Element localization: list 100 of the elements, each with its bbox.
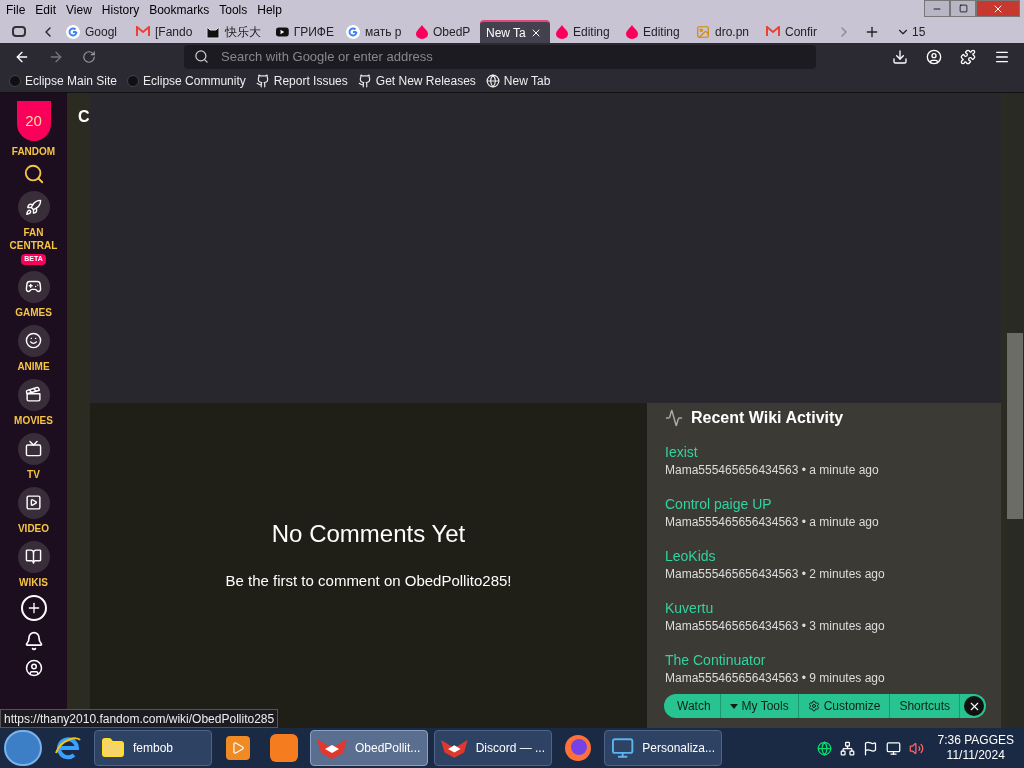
- page-title-letter: C: [78, 107, 90, 127]
- url-tooltip: https://thany2010.fandom.com/wiki/ObedPollito285: [0, 709, 279, 728]
- image-icon: [696, 24, 710, 39]
- flame-icon: [626, 24, 638, 39]
- edit-meta: Mama555465656434563 • a minute ago: [665, 514, 880, 531]
- menu-item[interactable]: View: [66, 1, 92, 19]
- rocket-icon[interactable]: [17, 191, 50, 223]
- google-icon: [346, 24, 360, 39]
- page-link[interactable]: LeoKids: [665, 547, 1001, 565]
- toolbar-button[interactable]: Watch: [668, 694, 721, 718]
- toolbar-button[interactable]: Customize: [798, 694, 891, 718]
- flag-icon: [862, 740, 878, 756]
- monitor-icon: [611, 735, 635, 761]
- toolbar-button[interactable]: Shortcuts: [890, 694, 961, 718]
- browser-tab[interactable]: Editing: [620, 20, 690, 43]
- taskbar-button[interactable]: fembob: [94, 730, 212, 766]
- browser-tab[interactable]: Googl: [60, 20, 130, 43]
- bookmark-item[interactable]: Eclipse Community: [127, 72, 246, 90]
- taskbar-button[interactable]: ObedPollit...: [310, 730, 428, 766]
- reload-icon[interactable]: [82, 49, 96, 64]
- page-link[interactable]: Iexist: [665, 443, 1001, 461]
- edit-meta: Mama555465656434563 • 9 minutes ago: [665, 670, 886, 687]
- menu-item[interactable]: History: [101, 1, 140, 19]
- folder-icon: [101, 736, 125, 760]
- sidebar-label[interactable]: FAN CENTRAL: [3, 226, 64, 252]
- envelope-icon: [136, 26, 150, 37]
- sidebar-label[interactable]: TV: [3, 467, 64, 481]
- bookmark-item[interactable]: Report Issues: [255, 72, 348, 90]
- caret-icon: [729, 703, 738, 709]
- network-globe-icon: [816, 740, 832, 756]
- tv-icon[interactable]: [17, 432, 50, 465]
- sidebar-label[interactable]: MOVIES: [3, 413, 64, 427]
- browser-tab[interactable]: 快乐大: [200, 20, 270, 43]
- browser-tab[interactable]: [Fando: [130, 20, 200, 43]
- gear-icon: [807, 700, 820, 712]
- google-icon: [66, 24, 80, 39]
- page-link[interactable]: The Continuator: [665, 651, 1001, 669]
- sidebar-label[interactable]: GAMES: [3, 305, 64, 319]
- search-icon[interactable]: [22, 163, 45, 185]
- flame-icon: [556, 24, 568, 39]
- browser-tab[interactable]: Editing: [550, 20, 620, 43]
- browser-tab[interactable]: New Ta: [480, 20, 550, 43]
- bell-icon[interactable]: [23, 630, 44, 651]
- play-icon[interactable]: [17, 486, 50, 519]
- browser-tab[interactable]: ObedP: [410, 20, 480, 43]
- github-icon: [255, 74, 270, 88]
- taskbar-button[interactable]: Discord — ...: [434, 730, 552, 766]
- browser-tab[interactable]: dro.pn: [690, 20, 760, 43]
- cat-icon: [206, 24, 220, 39]
- sidebar-label[interactable]: VIDEO: [3, 521, 64, 535]
- globe-icon: [485, 74, 500, 88]
- github-icon: [357, 74, 372, 88]
- logo-label: FANDOM: [11, 145, 56, 159]
- browser-tab[interactable]: Confir: [760, 20, 830, 43]
- account-icon[interactable]: [926, 48, 942, 65]
- sidebar-label[interactable]: ANIME: [3, 359, 64, 373]
- comments-prompt: Be the first to comment on ObedPollito285!: [225, 571, 512, 591]
- toolbar-button[interactable]: My Tools: [720, 694, 799, 718]
- browser-tab[interactable]: ГРИФЕ: [270, 20, 340, 43]
- menu-item[interactable]: Tools: [219, 1, 248, 19]
- activity-heading: Recent Wiki Activity: [691, 408, 844, 428]
- browser-e-icon[interactable]: [55, 735, 81, 761]
- sidebar-label[interactable]: WIKIS: [3, 575, 64, 589]
- taskbar-button[interactable]: Personaliza...: [604, 730, 722, 766]
- activity-icon: [665, 409, 683, 427]
- clock-date: 11/11/2024: [946, 748, 1005, 763]
- start-button[interactable]: [4, 730, 42, 766]
- page-link[interactable]: Control paige UP: [665, 495, 1001, 513]
- page-link[interactable]: Kuvertu: [665, 599, 1001, 617]
- book-icon[interactable]: [17, 540, 50, 573]
- network-icon: [839, 740, 855, 756]
- edit-meta: Mama555465656434563 • a minute ago: [665, 462, 880, 479]
- bookmark-item[interactable]: New Tab: [485, 72, 551, 90]
- face-icon[interactable]: [17, 324, 50, 357]
- close-icon[interactable]: [964, 696, 985, 716]
- flame-icon: [416, 24, 428, 39]
- maximize-button[interactable]: [950, 0, 976, 17]
- play-icon: [276, 26, 289, 37]
- menu-item[interactable]: Bookmarks: [149, 1, 210, 19]
- gamepad-icon[interactable]: [17, 270, 50, 303]
- minimize-button[interactable]: [924, 0, 950, 17]
- menu-item[interactable]: Edit: [35, 1, 57, 19]
- tab-count: 15: [912, 23, 926, 41]
- maximize-icon: [958, 4, 968, 13]
- add-icon[interactable]: [20, 594, 47, 621]
- search-icon: [194, 49, 209, 64]
- envelope-icon: [766, 26, 780, 37]
- download-icon[interactable]: [892, 48, 908, 65]
- bookmark-item[interactable]: Get New Releases: [357, 72, 476, 90]
- tab-overview-icon[interactable]: [12, 26, 26, 37]
- bookmark-item[interactable]: Eclipse Main Site: [9, 72, 118, 90]
- menu-item[interactable]: File: [6, 1, 26, 19]
- media-player-icon[interactable]: [226, 736, 250, 760]
- extensions-icon[interactable]: [960, 48, 976, 65]
- menu-item[interactable]: Help: [257, 1, 282, 19]
- user-icon[interactable]: [24, 658, 43, 677]
- display-icon: [885, 740, 901, 756]
- edit-meta: Mama555465656434563 • 3 minutes ago: [665, 618, 886, 635]
- browser-tab[interactable]: мать р: [340, 20, 410, 43]
- clapperboard-icon[interactable]: [17, 378, 50, 411]
